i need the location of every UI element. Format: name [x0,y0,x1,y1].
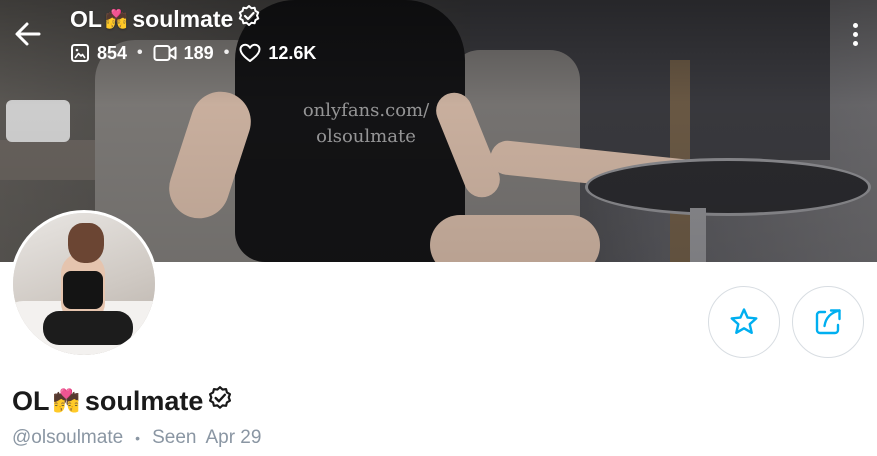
meta-separator: • [135,430,141,446]
stat-images: 854 [70,43,127,64]
profile-name-prefix: OL [12,385,50,416]
kiss-emoji-icon: 💏 [52,388,80,413]
watermark-line-2: olsoulmate [316,126,416,147]
verified-icon [237,4,261,34]
last-seen-label: Seen [152,427,197,448]
avatar[interactable] [10,210,158,358]
header-title: OL 💏 soulmate [70,3,261,35]
star-icon [730,308,758,334]
header-name-suffix: soulmate [132,5,234,32]
image-icon [71,44,89,62]
add-to-favorites-button[interactable] [708,286,780,358]
back-button[interactable] [10,16,46,52]
heart-icon [239,43,261,62]
profile-meta: @olsoulmate • Seen Apr 29 [12,426,261,450]
cover-watermark: onlyfans.com/ olsoulmate [296,98,436,150]
share-button[interactable] [792,286,864,358]
stat-videos: 189 [153,43,214,64]
more-options-button[interactable] [842,18,868,50]
header-name-prefix: OL [70,5,102,32]
more-vertical-icon [852,22,858,28]
profile-handle: @olsoulmate [12,427,124,448]
verified-icon [207,385,233,418]
stat-separator: • [223,44,230,61]
stat-separator: • [137,44,143,61]
video-icon [153,45,177,61]
stat-videos-value: 189 [183,42,214,63]
last-seen-date: Apr 29 [205,427,262,448]
profile-name-suffix: soulmate [84,385,204,416]
stat-likes-value: 12.6K [268,42,317,63]
profile-name: OL 💏 soulmate [12,382,233,420]
stat-likes: 12.6K [239,43,316,64]
share-icon [815,309,841,335]
stat-images-value: 854 [97,42,128,63]
watermark-line-1: onlyfans.com/ [302,100,430,121]
header-stats: 854 • 189 • 12.6K [70,38,316,68]
arrow-left-icon [15,22,41,46]
kiss-emoji-icon: 💏 [104,8,128,29]
